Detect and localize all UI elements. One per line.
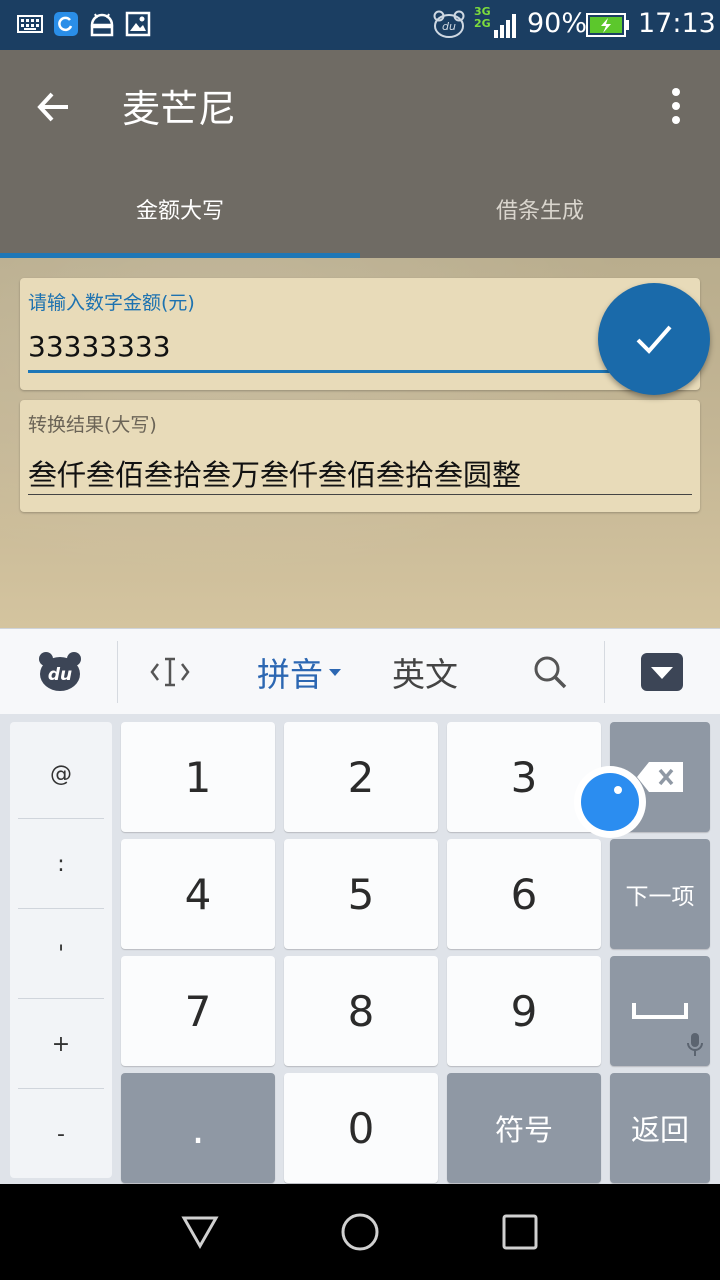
symbol-key-minus[interactable]: - xyxy=(10,1089,112,1179)
tab-bar: 金额大写 借条生成 xyxy=(0,160,720,258)
keyboard-settings-button[interactable]: du xyxy=(20,629,100,715)
symbols-key[interactable]: 符号 xyxy=(447,1073,601,1183)
pinyin-label: 拼音 xyxy=(257,655,323,694)
nav-back-button[interactable] xyxy=(176,1208,224,1256)
key-0[interactable]: 0 xyxy=(284,1073,438,1183)
keyboard-search-button[interactable] xyxy=(510,629,590,715)
key-4[interactable]: 4 xyxy=(121,839,275,949)
symbol-key-at[interactable]: @ xyxy=(10,729,112,819)
svg-text:du: du xyxy=(442,20,456,33)
key-7[interactable]: 7 xyxy=(121,956,275,1066)
symbol-key-apostrophe[interactable]: ' xyxy=(10,909,112,999)
triangle-back-icon xyxy=(181,1216,219,1250)
keyboard-toolbar: du 拼音 英文 xyxy=(0,628,720,715)
space-key[interactable] xyxy=(610,956,710,1066)
nav-home-button[interactable] xyxy=(336,1208,384,1256)
keyboard-hide-icon xyxy=(641,653,683,691)
battery-icon xyxy=(586,12,630,42)
pinyin-mode-button[interactable]: 拼音 xyxy=(240,629,360,715)
key-6[interactable]: 6 xyxy=(447,839,601,949)
hide-keyboard-button[interactable] xyxy=(622,629,702,715)
back-button[interactable] xyxy=(28,82,84,132)
result-card: 转换结果(大写) 叁仟叁佰叁拾叁万叁仟叁佰叁拾叁圆整 xyxy=(20,400,700,512)
nav-recents-button[interactable] xyxy=(496,1208,544,1256)
microphone-icon xyxy=(687,1033,703,1056)
key-5[interactable]: 5 xyxy=(284,839,438,949)
cursor-move-icon xyxy=(150,657,190,687)
du-logo-icon: du xyxy=(39,652,81,691)
tab-iou-generator[interactable]: 借条生成 xyxy=(360,160,720,258)
floating-voice-bubble[interactable] xyxy=(572,764,652,840)
symbol-key-plus[interactable]: + xyxy=(10,999,112,1089)
space-icon xyxy=(632,1003,688,1019)
symbol-column: @ : ' + - xyxy=(10,722,112,1178)
result-value[interactable]: 叁仟叁佰叁拾叁万叁仟叁佰叁拾叁圆整 xyxy=(28,452,521,494)
page-title: 麦芒尼 xyxy=(122,87,237,131)
bubble-icon xyxy=(574,766,646,838)
image-icon xyxy=(124,10,152,38)
english-label: 英文 xyxy=(392,655,458,694)
symbol-key-colon[interactable]: : xyxy=(10,819,112,909)
cursor-move-button[interactable] xyxy=(130,629,210,715)
key-1[interactable]: 1 xyxy=(121,722,275,832)
next-field-key[interactable]: 下一项 xyxy=(610,839,710,949)
return-key[interactable]: 返回 xyxy=(610,1073,710,1183)
amount-input-underline xyxy=(28,370,658,373)
network-type: 3G 2G xyxy=(474,5,491,30)
search-icon xyxy=(534,656,567,689)
system-nav-bar xyxy=(0,1184,720,1280)
confirm-fab[interactable] xyxy=(598,283,710,395)
battery-percent: 90% xyxy=(527,8,588,39)
check-icon xyxy=(636,325,672,354)
result-label: 转换结果(大写) xyxy=(28,414,157,436)
more-vert-icon xyxy=(672,88,680,124)
sync-app-icon xyxy=(52,10,80,38)
arrow-left-icon xyxy=(37,92,68,122)
key-2[interactable]: 2 xyxy=(284,722,438,832)
clock: 17:13 xyxy=(638,8,716,39)
android-icon xyxy=(88,10,116,38)
square-recents-icon xyxy=(502,1214,538,1250)
svg-text:du: du xyxy=(48,665,72,685)
amount-input[interactable]: 33333333 xyxy=(28,330,171,363)
keyboard-icon xyxy=(16,10,44,38)
key-8[interactable]: 8 xyxy=(284,956,438,1066)
status-bar: du 3G 2G 90% 17:13 xyxy=(0,0,720,50)
english-mode-button[interactable]: 英文 xyxy=(370,629,480,715)
key-dot[interactable]: . xyxy=(121,1073,275,1183)
tab-amount-uppercase[interactable]: 金额大写 xyxy=(0,160,360,258)
caret-down-icon xyxy=(329,669,341,676)
signal-icon xyxy=(492,10,516,44)
result-underline xyxy=(28,494,692,495)
app-bar: 麦芒尼 xyxy=(0,50,720,160)
key-9[interactable]: 9 xyxy=(447,956,601,1066)
du-bear-icon: du xyxy=(432,10,466,38)
circle-home-icon xyxy=(341,1213,379,1251)
overflow-menu-button[interactable] xyxy=(656,84,696,128)
amount-label: 请输入数字金额(元) xyxy=(28,292,195,314)
